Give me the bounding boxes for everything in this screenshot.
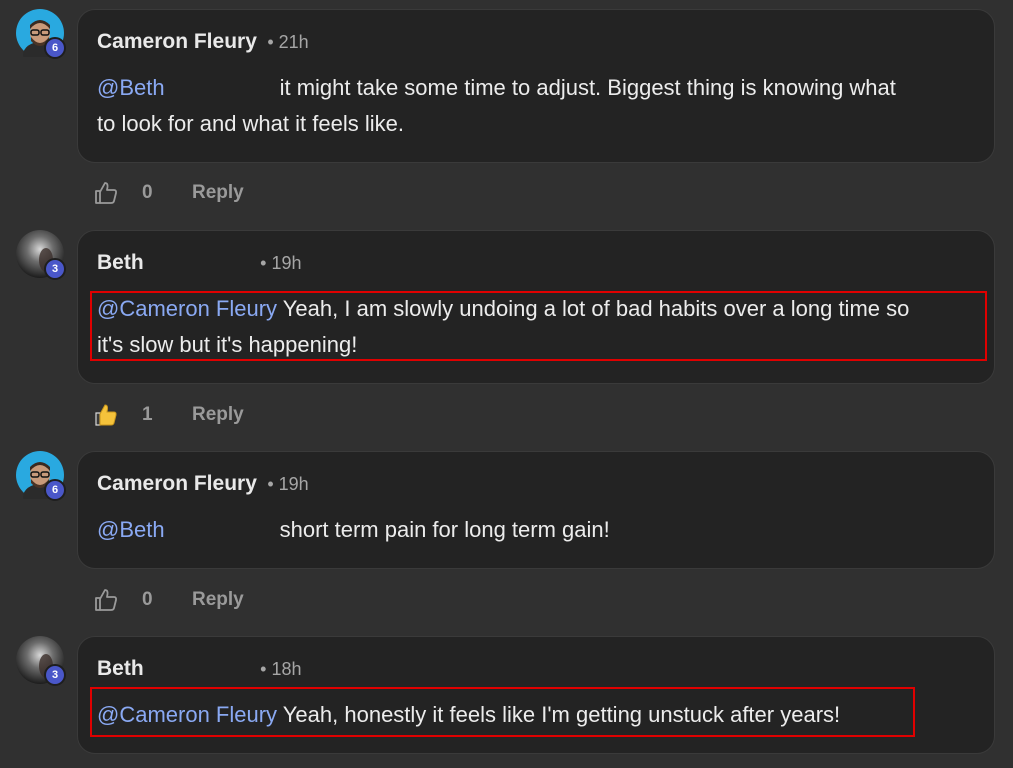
mention-link[interactable]: @Beth bbox=[97, 75, 165, 100]
comment-actions: 0 Reply bbox=[92, 585, 244, 615]
comment-header: Cameron Fleury • 21h bbox=[97, 30, 309, 54]
comment-text: @Beth short term pain for long term gain! bbox=[97, 517, 610, 542]
reply-button[interactable]: Reply bbox=[192, 404, 244, 426]
timestamp: • 21h bbox=[267, 32, 309, 52]
avatar[interactable]: 3 bbox=[16, 636, 66, 686]
comment-header: Beth • 19h bbox=[97, 251, 301, 275]
level-badge: 6 bbox=[44, 479, 66, 501]
comment-bubble: Cameron Fleury • 21h @Beth it might take … bbox=[77, 9, 995, 163]
comment-actions: 1 Reply bbox=[92, 400, 244, 430]
timestamp: • 18h bbox=[260, 659, 302, 679]
avatar[interactable]: 3 bbox=[16, 230, 66, 280]
comment-bubble: Beth • 18h @Cameron Fleury Yeah, honestl… bbox=[77, 636, 995, 754]
level-badge: 3 bbox=[44, 258, 66, 280]
timestamp: • 19h bbox=[267, 474, 309, 494]
author-name[interactable]: Cameron Fleury bbox=[97, 30, 257, 53]
comment-bubble: Beth • 19h @Cameron Fleury Yeah, I am sl… bbox=[77, 230, 995, 384]
level-badge: 6 bbox=[44, 37, 66, 59]
highlight-box bbox=[90, 291, 987, 361]
thumbs-up-filled-icon[interactable] bbox=[92, 401, 120, 429]
author-name[interactable]: Beth bbox=[97, 251, 144, 274]
like-count: 0 bbox=[142, 182, 153, 203]
reply-button[interactable]: Reply bbox=[192, 182, 244, 204]
comment-feed: 6 Cameron Fleury • 21h @Beth it might tak… bbox=[0, 0, 1013, 768]
comment-text: @Beth it might take some time to adjust. … bbox=[97, 75, 896, 136]
level-badge: 3 bbox=[44, 664, 66, 686]
comment-bubble: Cameron Fleury • 19h @Beth short term pai… bbox=[77, 451, 995, 569]
like-count: 1 bbox=[142, 404, 153, 425]
comment-header: Cameron Fleury • 19h bbox=[97, 472, 309, 496]
timestamp: • 19h bbox=[260, 253, 302, 273]
comment-header: Beth • 18h bbox=[97, 657, 301, 681]
mention-link[interactable]: @Beth bbox=[97, 517, 165, 542]
author-name[interactable]: Beth bbox=[97, 657, 144, 680]
author-name[interactable]: Cameron Fleury bbox=[97, 472, 257, 495]
thumbs-up-icon[interactable] bbox=[92, 179, 120, 207]
highlight-box bbox=[90, 687, 915, 737]
reply-button[interactable]: Reply bbox=[192, 589, 244, 611]
avatar[interactable]: 6 bbox=[16, 9, 66, 59]
thumbs-up-icon[interactable] bbox=[92, 586, 120, 614]
avatar[interactable]: 6 bbox=[16, 451, 66, 501]
like-count: 0 bbox=[142, 589, 153, 610]
comment-actions: 0 Reply bbox=[92, 178, 244, 208]
